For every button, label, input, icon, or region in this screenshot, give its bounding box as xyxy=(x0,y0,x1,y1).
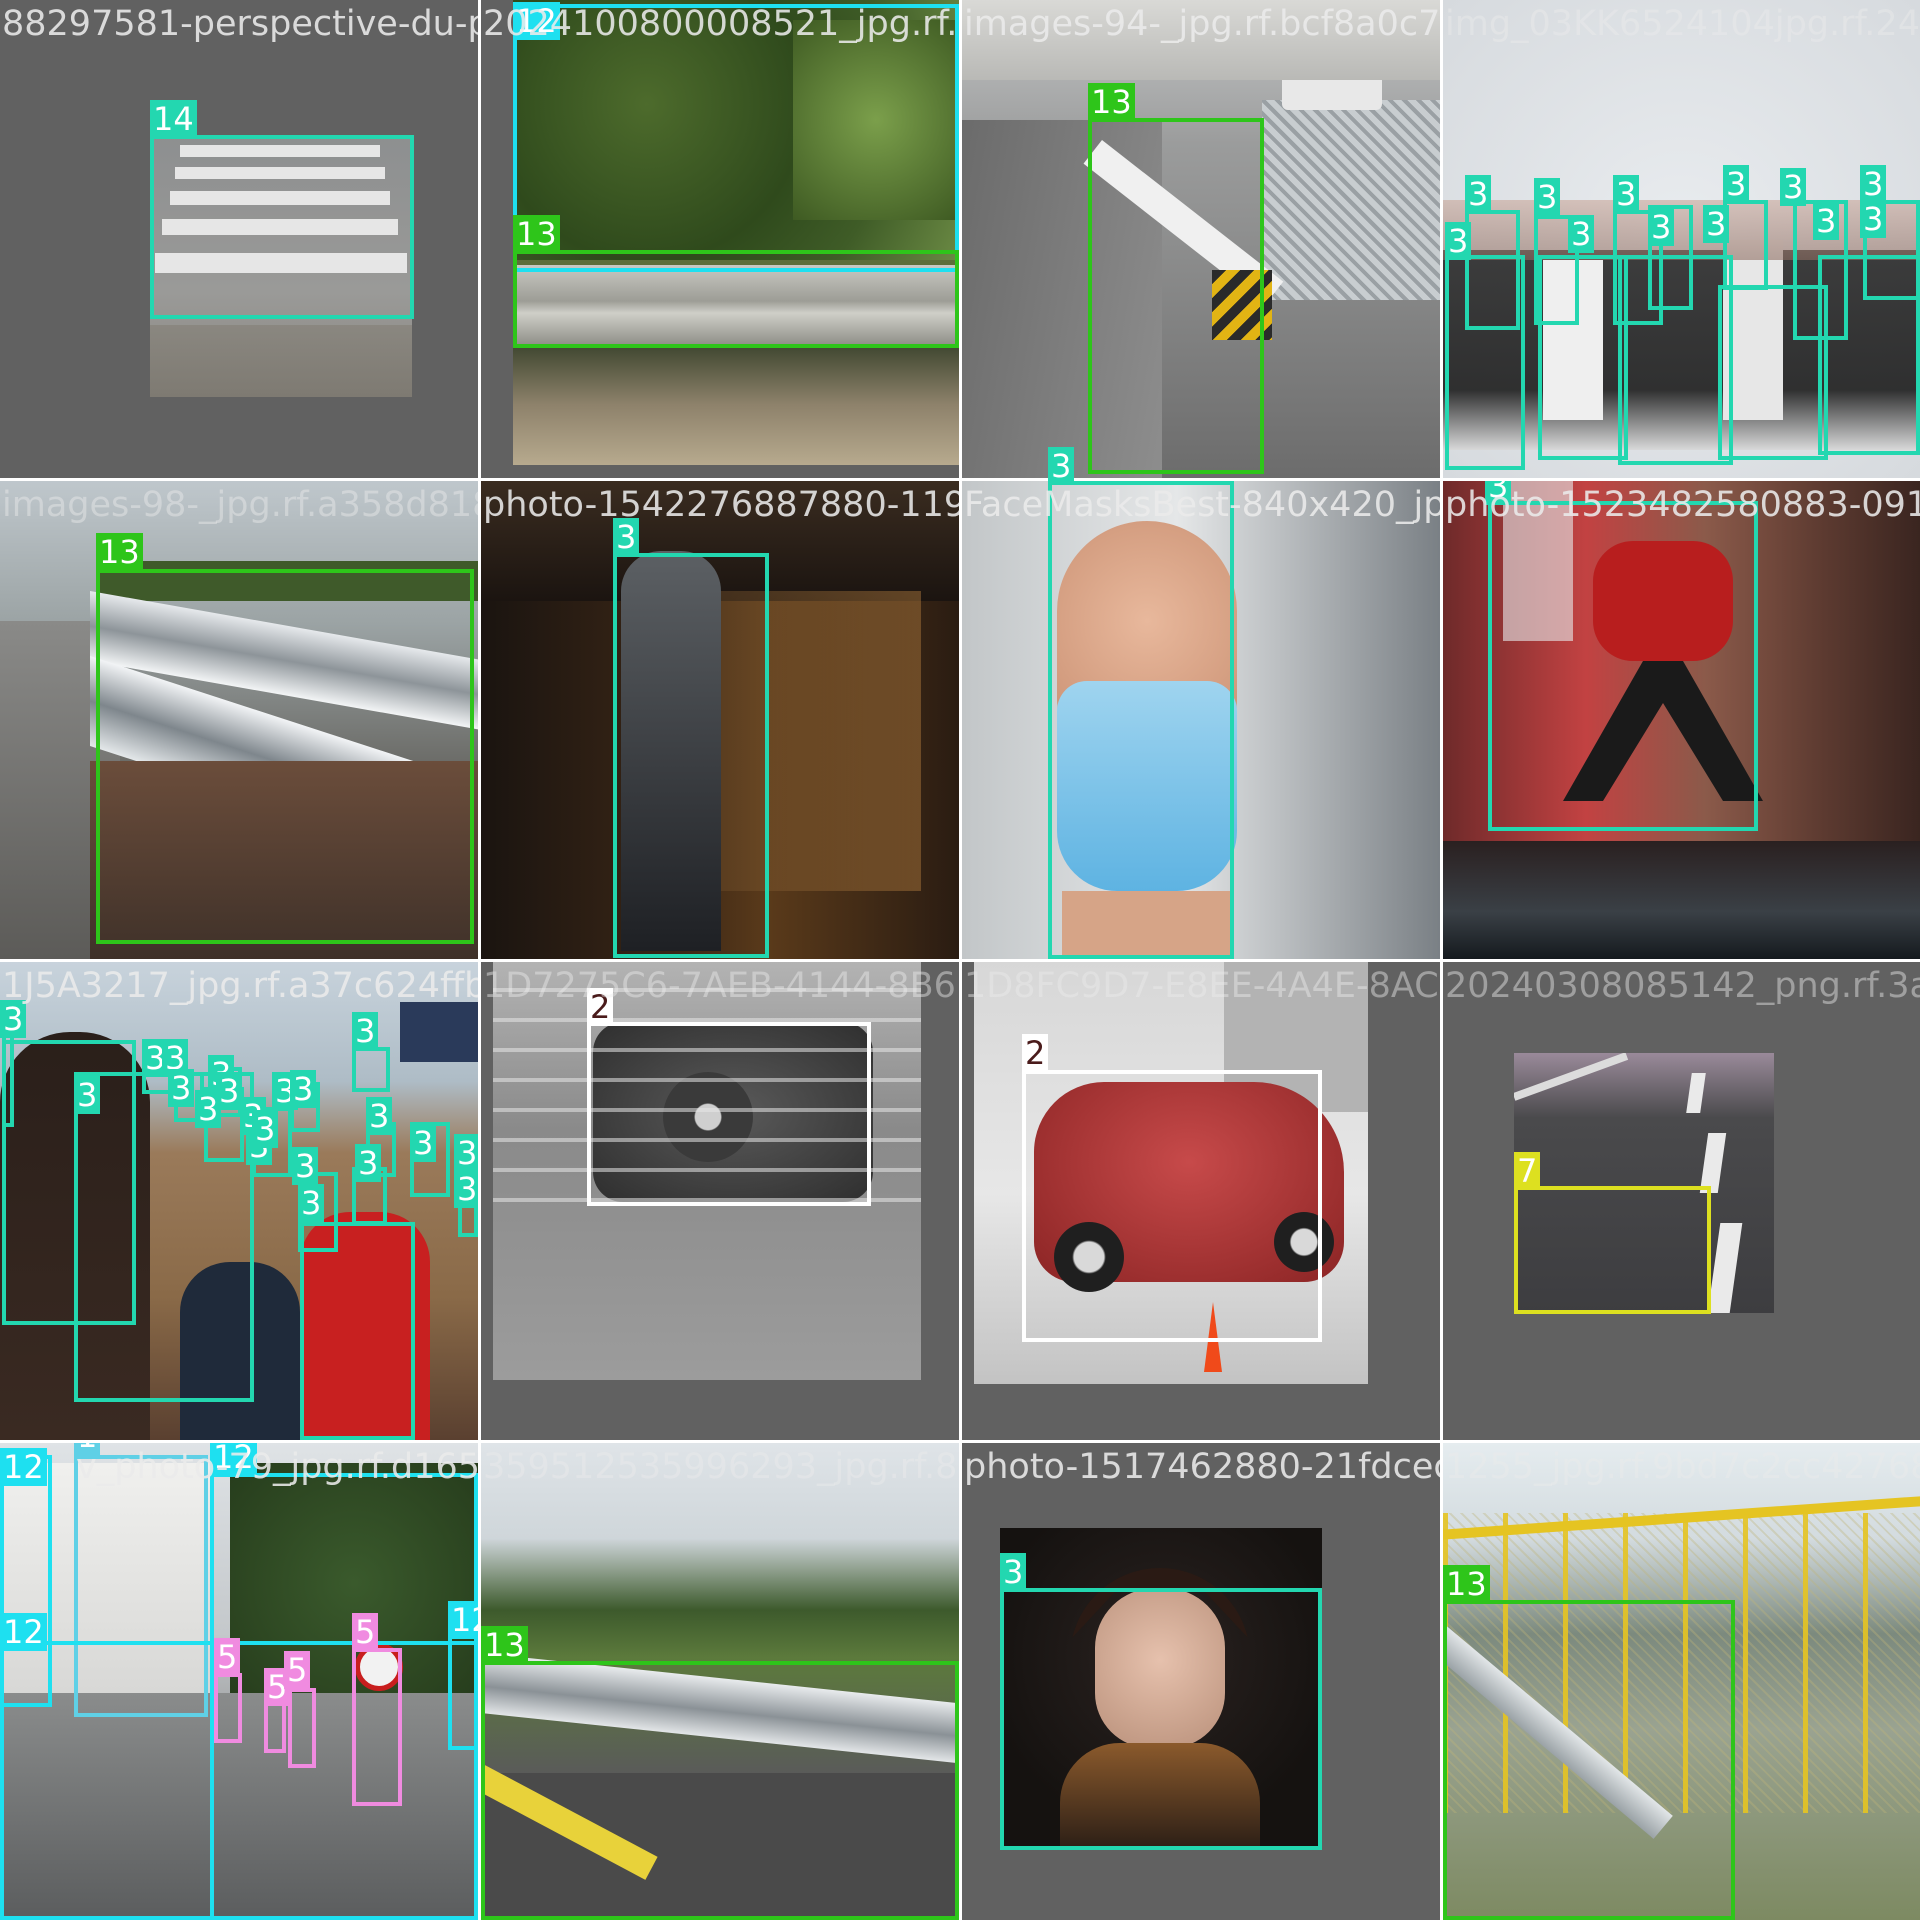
label-badge: 3 xyxy=(1703,205,1730,243)
bbox-person xyxy=(1465,210,1520,330)
tile-face-mask: FaceMasksBest-840x420_jpg.rf xyxy=(962,481,1440,959)
label-badge: 3 xyxy=(0,1000,27,1038)
bbox-car xyxy=(587,1022,871,1206)
label-badge: 3 xyxy=(454,1170,478,1208)
label-badge: 12 xyxy=(0,1448,47,1486)
label-badge: 2 xyxy=(587,988,614,1026)
label-badge: 3 xyxy=(1568,215,1595,253)
label-badge: 5 xyxy=(284,1651,311,1689)
label-badge: 5 xyxy=(214,1638,241,1676)
tile-car-fence: 2 1D7275C6-7AEB-4144-8B6B-D5945D7E18C5- xyxy=(481,962,959,1440)
label-badge: 12 xyxy=(0,1613,47,1651)
tile-filename: 20240308085142_png.rf.3a xyxy=(1445,966,1920,1006)
bbox-person xyxy=(1000,1588,1322,1850)
label-badge: 3 xyxy=(1445,222,1472,260)
label-badge: 3 xyxy=(292,1147,319,1185)
label-badge: 3 xyxy=(1860,165,1887,203)
label-badge: 13 xyxy=(1088,83,1135,121)
label-badge: 3 xyxy=(1000,1553,1027,1591)
bbox-guardrail xyxy=(513,250,959,348)
tile-lecture-hall: 3 3 3 3 3 3 3 3 3 3 3 3 3 3 3 3 3 3 3 3 … xyxy=(0,962,478,1440)
label-badge: 12 xyxy=(513,2,560,40)
label-badge: 3 xyxy=(1048,447,1075,485)
label-badge: 3 xyxy=(454,1134,478,1172)
tile-street-signs: 12 1 12 12 12 5 5 5 5 5 v_photo-79_jpg.r… xyxy=(0,1443,478,1920)
bbox-person xyxy=(352,1047,390,1092)
bbox-person xyxy=(1723,200,1768,290)
label-badge: 3 xyxy=(1648,208,1675,246)
label-badge: 3 xyxy=(1723,165,1750,203)
tile-lane-marking: 7 20240308085142_png.rf.3a xyxy=(1443,962,1920,1440)
bbox-person xyxy=(300,1222,415,1440)
label-badge: 3 xyxy=(1485,481,1512,505)
grid-line-h1 xyxy=(0,478,1920,481)
label-badge: 3 xyxy=(1780,168,1807,206)
label-badge: 3 xyxy=(1860,200,1887,238)
label-badge: 3 xyxy=(168,1069,195,1107)
label-badge: 3 xyxy=(410,1124,437,1162)
label-badge: 14 xyxy=(150,100,197,138)
tile-red-car: 2 1D8FC9D7-E8EE-4A4E-8AC0- xyxy=(962,962,1440,1440)
label-badge: 12 xyxy=(448,1601,478,1639)
label-badge: 3 xyxy=(298,1184,325,1222)
bbox-person xyxy=(613,553,769,958)
label-badge: 3 xyxy=(1813,202,1840,240)
bbox-person xyxy=(1488,501,1758,831)
label-badge: 12 xyxy=(210,1443,257,1476)
bbox-sign xyxy=(214,1673,242,1743)
grid-line-h2 xyxy=(0,959,1920,962)
bbox-guardrail xyxy=(481,1661,959,1920)
tile-crosswalk: 14 88297581-perspective-du-passage-piéto… xyxy=(0,0,478,478)
bbox-person xyxy=(1048,481,1234,959)
label-badge: 7 xyxy=(1514,1152,1541,1190)
tile-filename: 88297581-perspective-du-passage-piéton- xyxy=(2,4,478,44)
tile-group-women: 3 3 3 3 3 3 3 3 3 3 3 3 img_03KK6524104j… xyxy=(1443,0,1920,478)
grid-line-h3 xyxy=(0,1440,1920,1443)
label-badge: 3 xyxy=(366,1097,393,1135)
label-badge: 3 xyxy=(195,1090,222,1128)
tile-shrubs-guardrail: 12 13 2024100800008521_jpg.rf.6faba0e794… xyxy=(481,0,959,478)
bbox-shrub xyxy=(513,4,959,272)
tile-road-guardrail: 13 images-94-_jpg.rf.bcf8a0c752aa40f05a xyxy=(962,0,1440,478)
label-badge: 3 xyxy=(613,518,640,556)
label-badge: 2 xyxy=(1022,1034,1049,1072)
tile-metal-guardrail: 13 images-98-_jpg.rf.a358d818 xyxy=(0,481,478,959)
bbox-crosswalk xyxy=(150,135,414,319)
label-badge: 13 xyxy=(481,1626,528,1664)
tile-filename: photo-1517462880-21fdcec3 xyxy=(964,1447,1440,1487)
label-badge: 1 xyxy=(74,1443,101,1455)
label-badge: 3 xyxy=(290,1070,317,1108)
tile-night-tram: 3 photo-1542276887880-1192 xyxy=(481,481,959,959)
label-badge: 5 xyxy=(352,1613,379,1651)
label-badge: 13 xyxy=(1443,1565,1490,1603)
mosaic-grid: 14 88297581-perspective-du-passage-piéto… xyxy=(0,0,1920,1920)
bbox-sign xyxy=(288,1688,316,1768)
tile-portrait: 3 photo-1517462880-21fdcec3 xyxy=(962,1443,1440,1920)
bbox-sign xyxy=(352,1648,402,1806)
tile-highway-guardrail: 13 359512535996293_jpg.rf.8 xyxy=(481,1443,959,1920)
bbox-car xyxy=(1022,1070,1322,1342)
tile-yellow-fence: 13 1255_jpg.rf.9bd7c2cc427684 xyxy=(1443,1443,1920,1920)
tile-red-jump: 3 photo-1523482580883-0916 xyxy=(1443,481,1920,959)
bbox-guardrail xyxy=(96,569,474,944)
label-badge: 3 xyxy=(252,1110,279,1148)
bbox-guardrail xyxy=(1088,118,1264,474)
label-badge: 13 xyxy=(513,215,560,253)
bbox-road-marking xyxy=(1514,1186,1711,1314)
label-badge: 13 xyxy=(96,533,143,571)
label-badge: 3 xyxy=(352,1012,379,1050)
bbox-guardrail xyxy=(1443,1600,1735,1920)
label-badge: 3 xyxy=(355,1144,382,1182)
label-badge: 3 xyxy=(1613,175,1640,213)
label-badge: 3 xyxy=(1465,175,1492,213)
label-badge: 3 xyxy=(1534,178,1561,216)
label-badge: 3 xyxy=(74,1076,101,1114)
